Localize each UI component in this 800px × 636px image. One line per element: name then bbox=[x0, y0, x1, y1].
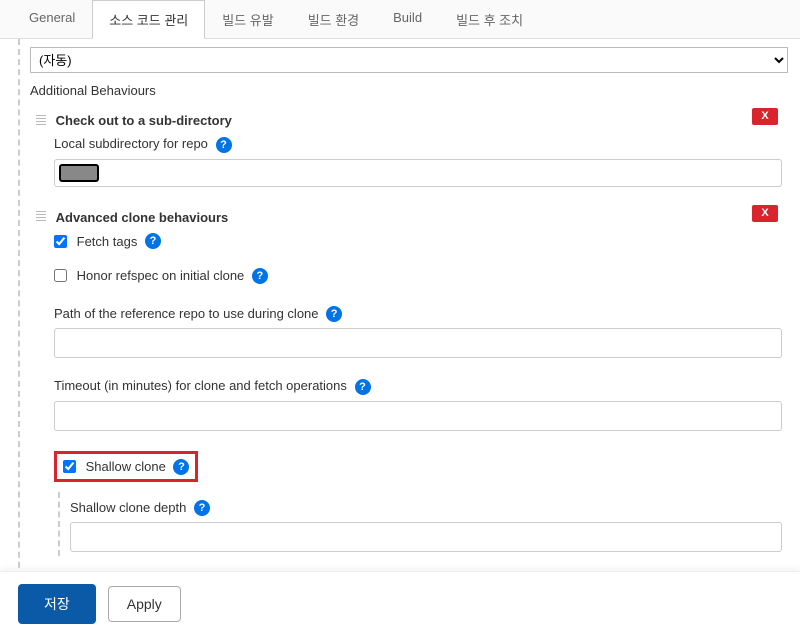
timeout-input[interactable] bbox=[54, 401, 782, 431]
shallow-clone-label: Shallow clone bbox=[86, 459, 166, 474]
help-icon[interactable]: ? bbox=[252, 268, 268, 284]
tab-env[interactable]: 빌드 환경 bbox=[291, 0, 376, 38]
shallow-depth-label: Shallow clone depth bbox=[70, 500, 186, 515]
advanced-title: Advanced clone behaviours bbox=[56, 210, 229, 225]
behaviour-checkout-subdir: X Check out to a sub-directory Local sub… bbox=[30, 106, 788, 199]
drag-handle-icon[interactable] bbox=[36, 211, 46, 223]
shallow-clone-highlight: Shallow clone ? bbox=[54, 451, 198, 482]
help-icon[interactable]: ? bbox=[194, 500, 210, 516]
honor-refspec-label: Honor refspec on initial clone bbox=[77, 268, 245, 283]
delete-advanced-button[interactable]: X bbox=[752, 205, 778, 222]
reference-repo-input[interactable] bbox=[54, 328, 782, 358]
tab-build[interactable]: Build bbox=[376, 0, 439, 38]
help-icon[interactable]: ? bbox=[173, 459, 189, 475]
apply-button[interactable]: Apply bbox=[108, 586, 181, 622]
tab-scm[interactable]: 소스 코드 관리 bbox=[92, 0, 205, 39]
tab-post[interactable]: 빌드 후 조치 bbox=[439, 0, 540, 38]
local-subdir-input[interactable] bbox=[59, 164, 99, 182]
shallow-clone-checkbox[interactable] bbox=[63, 460, 76, 473]
tab-bar: General 소스 코드 관리 빌드 유발 빌드 환경 Build 빌드 후 … bbox=[0, 0, 800, 39]
help-icon[interactable]: ? bbox=[355, 379, 371, 395]
timeout-label: Timeout (in minutes) for clone and fetch… bbox=[54, 378, 347, 393]
help-icon[interactable]: ? bbox=[326, 306, 342, 322]
help-icon[interactable]: ? bbox=[145, 233, 161, 249]
tab-general[interactable]: General bbox=[12, 0, 92, 38]
local-subdir-label: Local subdirectory for repo bbox=[54, 136, 208, 151]
behaviour-advanced-clone: X Advanced clone behaviours Fetch tags ?… bbox=[30, 203, 788, 564]
help-icon[interactable]: ? bbox=[216, 137, 232, 153]
delete-checkout-button[interactable]: X bbox=[752, 108, 778, 125]
additional-behaviours-label: Additional Behaviours bbox=[30, 79, 788, 106]
save-button[interactable]: 저장 bbox=[18, 584, 96, 624]
local-subdir-input-wrap bbox=[54, 159, 782, 187]
honor-refspec-checkbox[interactable] bbox=[54, 269, 67, 282]
fetch-tags-label: Fetch tags bbox=[77, 234, 138, 249]
auto-select[interactable]: (자동) bbox=[30, 47, 788, 73]
shallow-depth-input[interactable] bbox=[70, 522, 782, 552]
tab-trigger[interactable]: 빌드 유발 bbox=[205, 0, 290, 38]
bottom-bar: 저장 Apply bbox=[0, 571, 800, 636]
drag-handle-icon[interactable] bbox=[36, 115, 46, 127]
fetch-tags-checkbox[interactable] bbox=[54, 235, 67, 248]
checkout-title: Check out to a sub-directory bbox=[56, 113, 232, 128]
reference-repo-label: Path of the reference repo to use during… bbox=[54, 306, 319, 321]
